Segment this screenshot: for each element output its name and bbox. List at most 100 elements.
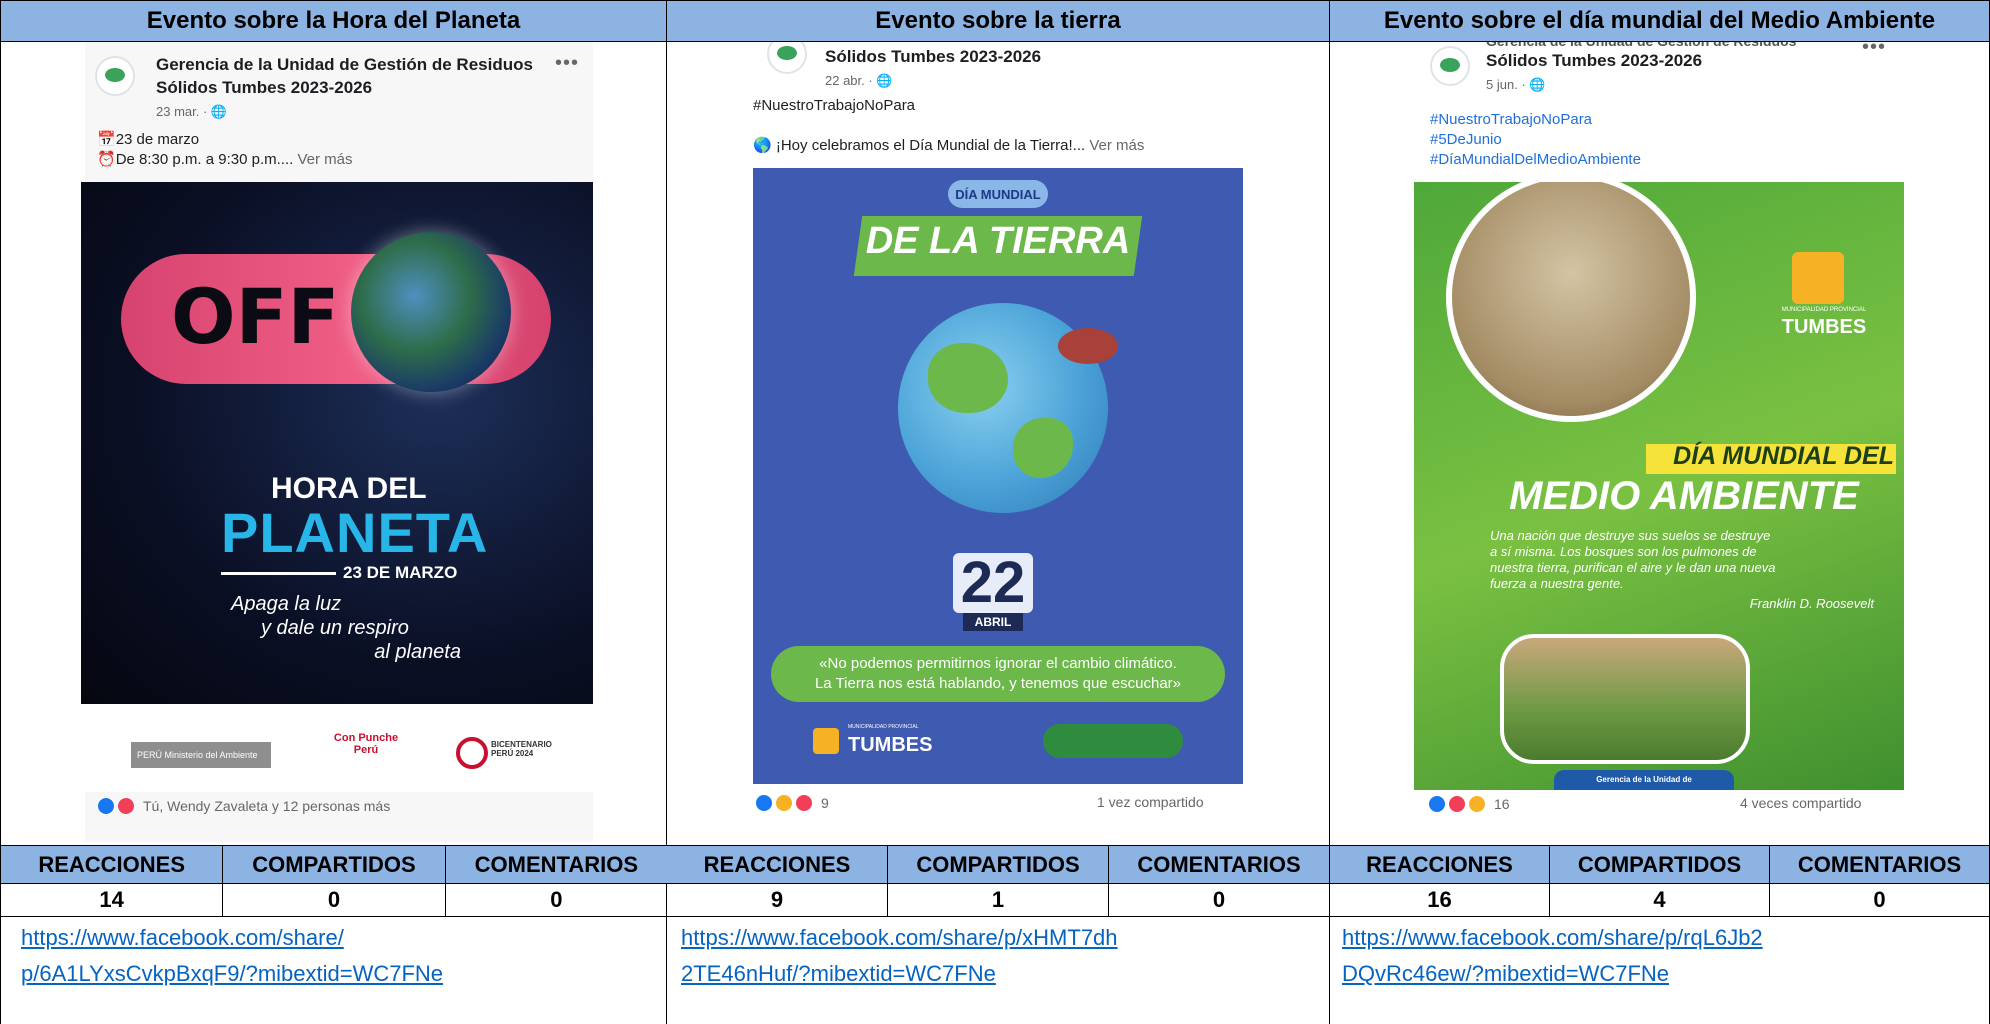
globe-icon: 🌐 — [210, 104, 228, 119]
report-table: Evento sobre la Hora del Planeta Gerenci… — [0, 0, 1990, 1024]
reactions-count: 9 — [821, 795, 829, 811]
value-compartidos: 0 — [223, 884, 446, 917]
column-header: Evento sobre la Hora del Planeta — [1, 0, 666, 42]
value-comentarios: 0 — [1109, 884, 1329, 917]
muni-tumbes-label: TUMBES — [1781, 316, 1867, 338]
tumbes-crest-icon — [1792, 252, 1844, 304]
see-more-link[interactable]: Ver más — [297, 151, 352, 168]
value-compartidos: 1 — [888, 884, 1109, 917]
off-text: OFF — [171, 272, 340, 361]
post-text: 📅23 de marzo ⏰De 8:30 p.m. a 9:30 p.m...… — [97, 131, 353, 168]
more-options-icon[interactable]: ••• — [555, 52, 579, 75]
logos-band: PERÚ Ministerio del Ambiente Con Punche … — [81, 712, 593, 792]
title-planeta: PLANETA — [221, 501, 489, 564]
earth-globe-icon — [351, 232, 511, 392]
slogan: Apaga la luz y dale un respiro al planet… — [231, 593, 461, 663]
love-reaction-icon — [795, 794, 813, 812]
residuos-logo — [1043, 724, 1183, 758]
care-reaction-icon — [775, 794, 793, 812]
bicentenario-seal-icon — [456, 737, 488, 769]
post-date: 5 jun. · 🌐 — [1486, 77, 1546, 92]
page-name-line2[interactable]: Sólidos Tumbes 2023-2026 — [825, 46, 1041, 68]
post-link[interactable]: https://www.facebook.com/share/p/xHMT7dh… — [681, 920, 1118, 992]
header-compartidos: COMPARTIDOS — [1550, 846, 1770, 884]
watering-photo — [1500, 634, 1750, 764]
facebook-post: Gerencia de la Unidad de Gestión de Resi… — [1, 42, 666, 846]
badge-dia-mundial: DÍA MUNDIAL — [948, 180, 1048, 208]
post-image[interactable]: OFF HORA DEL PLANETA 23 DE MARZO Apaga l… — [81, 182, 593, 712]
value-compartidos: 4 — [1550, 884, 1770, 917]
header-reacciones: REACCIONES — [1330, 846, 1550, 884]
title-date: 23 DE MARZO — [343, 563, 458, 582]
post-link[interactable]: https://www.facebook.com/share/p/rqL6Jb2… — [1342, 920, 1763, 992]
like-reaction-icon — [1428, 795, 1446, 813]
post-image[interactable]: DÍA MUNDIAL DE LA TIERRA 22 ABRIL «No po… — [753, 168, 1243, 784]
metrics-value-row: 14 0 0 — [1, 884, 667, 917]
header-compartidos: COMPARTIDOS — [223, 846, 446, 884]
header-compartidos: COMPARTIDOS — [888, 846, 1109, 884]
punche-peru-logo: Con Punche Perú — [333, 732, 399, 756]
bird-icon — [1058, 328, 1118, 364]
page-name-line2[interactable]: Sólidos Tumbes 2023-2026 — [156, 77, 372, 99]
tumbes-crest-icon — [813, 728, 839, 754]
muni-small-label: MUNICIPALIDAD PROVINCIAL — [848, 724, 919, 730]
more-options-icon[interactable]: ••• — [1862, 42, 1886, 59]
like-reaction-icon — [97, 797, 115, 815]
facebook-post: Sólidos Tumbes 2023-2026 22 abr. · 🌐 #Nu… — [667, 42, 1329, 846]
header-comentarios: COMENTARIOS — [1770, 846, 1989, 884]
value-reacciones: 9 — [667, 884, 888, 917]
globe-icon: 🌐 — [876, 73, 893, 88]
page-avatar[interactable] — [1430, 46, 1470, 86]
muni-small-label: MUNICIPALIDAD PROVINCIAL — [1781, 307, 1867, 313]
facebook-post: Gerencia de la Unidad de Gestión de Resi… — [1330, 42, 1989, 846]
reactions-summary[interactable]: 16 — [1428, 795, 1510, 813]
post-hashtag[interactable]: #NuestroTrabajoNoPara — [753, 96, 915, 116]
column-hora-planeta: Evento sobre la Hora del Planeta Gerenci… — [0, 0, 667, 1024]
value-comentarios: 0 — [445, 884, 667, 917]
date-day: 22 — [953, 553, 1033, 613]
page-avatar[interactable] — [95, 56, 135, 96]
reactions-text: Tú, Wendy Zavaleta y 12 personas más — [143, 798, 391, 814]
column-header: Evento sobre el día mundial del Medio Am… — [1330, 0, 1989, 42]
metrics-header-row: REACCIONES COMPARTIDOS COMENTARIOS — [1330, 846, 1989, 884]
post-image[interactable]: MUNICIPALIDAD PROVINCIAL TUMBES DÍA MUND… — [1414, 182, 1904, 790]
like-reaction-icon — [755, 794, 773, 812]
reactions-summary[interactable]: Tú, Wendy Zavaleta y 12 personas más — [97, 797, 390, 815]
page-name[interactable]: Gerencia de la Unidad de Gestión de Resi… — [156, 54, 533, 76]
column-dia-tierra: Evento sobre la tierra Sólidos Tumbes 20… — [667, 0, 1330, 1024]
page-name-line2[interactable]: Sólidos Tumbes 2023-2026 — [1486, 50, 1702, 72]
quote-box: «No podemos permitirnos ignorar el cambi… — [771, 646, 1225, 702]
earth-emoji-icon: 🌎 — [753, 137, 772, 154]
post-text: 🌎 ¡Hoy celebramos el Día Mundial de la T… — [753, 137, 1145, 154]
globe-icon: 🌐 — [1529, 77, 1546, 92]
calendar-icon: 📅 — [97, 131, 116, 148]
minam-logo: PERÚ Ministerio del Ambiente — [131, 742, 271, 768]
metrics-header-row: REACCIONES COMPARTIDOS COMENTARIOS — [667, 846, 1329, 884]
header-comentarios: COMENTARIOS — [445, 846, 667, 884]
header-reacciones: REACCIONES — [1, 846, 224, 884]
shares-count[interactable]: 4 veces compartido — [1740, 795, 1861, 811]
date-month: ABRIL — [963, 613, 1023, 631]
muni-tumbes-label: TUMBES — [848, 734, 933, 756]
column-header: Evento sobre la tierra — [667, 0, 1329, 42]
post-hashtags[interactable]: #NuestroTrabajoNoPara #5DeJunio #DíaMund… — [1430, 110, 1641, 170]
value-reacciones: 14 — [1, 884, 224, 917]
value-comentarios: 0 — [1770, 884, 1989, 917]
shares-count[interactable]: 1 vez compartido — [1097, 794, 1204, 810]
header-reacciones: REACCIONES — [667, 846, 888, 884]
love-reaction-icon — [1448, 795, 1466, 813]
metrics-value-row: 16 4 0 — [1330, 884, 1989, 917]
post-date: 22 abr. · 🌐 — [825, 73, 893, 88]
clock-icon: ⏰ — [97, 151, 116, 168]
title-medio-ambiente: MEDIO AMBIENTE — [1509, 474, 1859, 518]
title-underline — [221, 572, 336, 575]
post-link[interactable]: https://www.facebook.com/share/ p/6A1LYx… — [21, 920, 443, 992]
header-comentarios: COMENTARIOS — [1109, 846, 1329, 884]
metrics-header-row: REACCIONES COMPARTIDOS COMENTARIOS — [1, 846, 667, 884]
reactions-summary[interactable]: 9 — [755, 794, 829, 812]
post-date: 23 mar. · 🌐 — [156, 104, 228, 119]
metrics-value-row: 9 1 0 — [667, 884, 1329, 917]
see-more-link[interactable]: Ver más — [1089, 137, 1144, 154]
care-reaction-icon — [1468, 795, 1486, 813]
reactions-count: 16 — [1494, 796, 1510, 812]
